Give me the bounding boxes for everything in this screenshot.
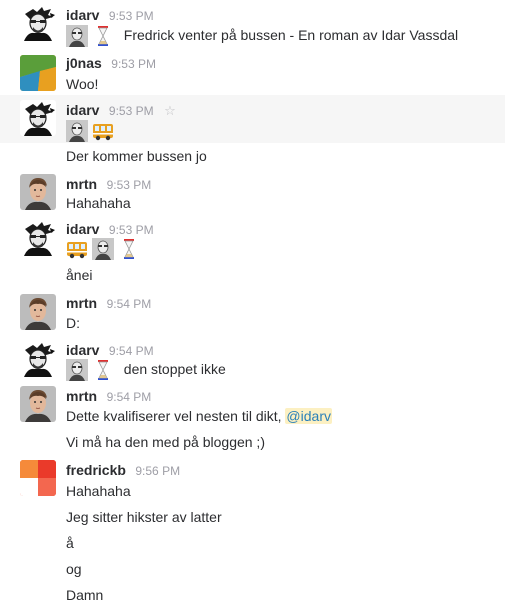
message-idarv: idarv 9:54 PM den stoppet ikke — [0, 338, 505, 384]
bus-emoji-icon — [66, 238, 88, 260]
timestamp[interactable]: 9:54 PM — [107, 390, 152, 404]
message-j0nas: j0nas 9:53 PM Woo! — [0, 52, 505, 94]
timestamp[interactable]: 9:54 PM — [107, 297, 152, 311]
message-text: Vi må ha den med på bloggen ;) — [66, 434, 265, 450]
person-emoji-icon — [92, 238, 114, 260]
message-text: Damn — [66, 587, 104, 603]
author-name[interactable]: mrtn — [66, 388, 97, 404]
timestamp[interactable]: 9:54 PM — [109, 344, 154, 358]
author-name[interactable]: idarv — [66, 7, 99, 23]
star-icon[interactable]: ☆ — [164, 103, 176, 118]
avatar[interactable] — [20, 386, 56, 422]
message-text: Dette kvalifiserer vel nesten til dikt, — [66, 408, 282, 424]
avatar[interactable] — [20, 174, 56, 210]
author-name[interactable]: mrtn — [66, 295, 97, 311]
message-text: Hahahaha — [66, 195, 131, 211]
message-mrtn: mrtn 9:54 PM D: — [0, 292, 505, 336]
message-mrtn: mrtn 9:54 PM Dette kvalifiserer vel nest… — [0, 384, 505, 456]
timestamp[interactable]: 9:53 PM — [111, 57, 156, 71]
message-fredrickb: fredrickb 9:56 PM Hahahaha Jeg sitter hi… — [0, 458, 505, 603]
avatar[interactable] — [20, 5, 56, 41]
message-text: Jeg sitter hikster av latter — [66, 509, 222, 525]
author-name[interactable]: j0nas — [66, 55, 102, 71]
message-text: D: — [66, 315, 80, 331]
author-name[interactable]: idarv — [66, 221, 99, 237]
author-name[interactable]: mrtn — [66, 176, 97, 192]
message-idarv: idarv 9:53 PM ånei — [0, 216, 505, 286]
message-text: Hahahaha — [66, 483, 131, 499]
avatar[interactable] — [20, 55, 56, 91]
hourglass-emoji-icon — [92, 359, 114, 381]
user-mention[interactable]: @idarv — [285, 408, 332, 424]
message-text: og — [66, 561, 82, 577]
message-text: ånei — [66, 267, 93, 283]
author-name[interactable]: fredrickb — [66, 462, 126, 478]
author-name[interactable]: idarv — [66, 102, 99, 118]
timestamp[interactable]: 9:56 PM — [135, 464, 180, 478]
message-text: Der kommer bussen jo — [66, 148, 207, 164]
message-text: Woo! — [66, 76, 99, 92]
avatar[interactable] — [20, 100, 56, 136]
person-emoji-icon — [66, 25, 88, 47]
avatar[interactable] — [20, 341, 56, 377]
message-text: den stoppet ikke — [123, 360, 226, 377]
timestamp[interactable]: 9:53 PM — [107, 178, 152, 192]
author-name[interactable]: idarv — [66, 342, 99, 358]
message-text: å — [66, 535, 74, 551]
hourglass-emoji-icon — [92, 25, 114, 47]
message-idarv: idarv 9:53 PM Fredrick venter på bussen … — [0, 0, 505, 50]
message-text: Fredrick venter på bussen - En roman av … — [123, 26, 459, 43]
timestamp[interactable]: 9:53 PM — [109, 9, 154, 23]
bus-emoji-icon — [92, 120, 114, 142]
person-emoji-icon — [66, 359, 88, 381]
person-emoji-icon — [66, 120, 88, 142]
timestamp[interactable]: 9:53 PM — [109, 223, 154, 237]
avatar[interactable] — [20, 294, 56, 330]
timestamp[interactable]: 9:53 PM — [109, 104, 154, 118]
message-idarv: idarv 9:53 PM ☆ — [0, 95, 505, 143]
hourglass-emoji-icon — [118, 238, 140, 260]
message-mrtn: mrtn 9:53 PM Hahahaha — [0, 170, 505, 214]
avatar[interactable] — [20, 460, 56, 496]
avatar[interactable] — [20, 220, 56, 256]
